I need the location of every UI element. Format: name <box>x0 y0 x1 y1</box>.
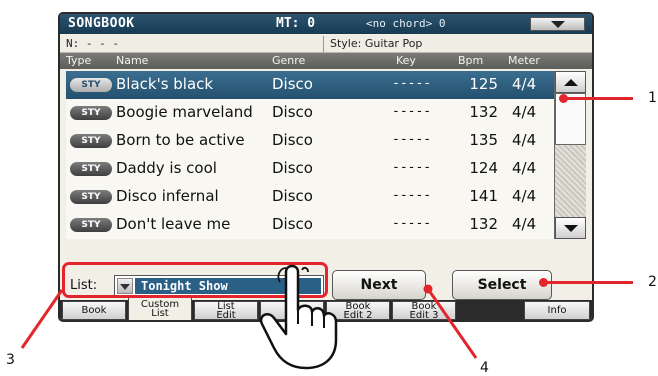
callout-3-number: 3 <box>6 352 15 368</box>
callout-4-number: 4 <box>480 360 489 376</box>
pointing-hand-icon <box>259 264 338 370</box>
callout-4-line <box>426 288 478 359</box>
callout-3-line <box>20 289 64 349</box>
